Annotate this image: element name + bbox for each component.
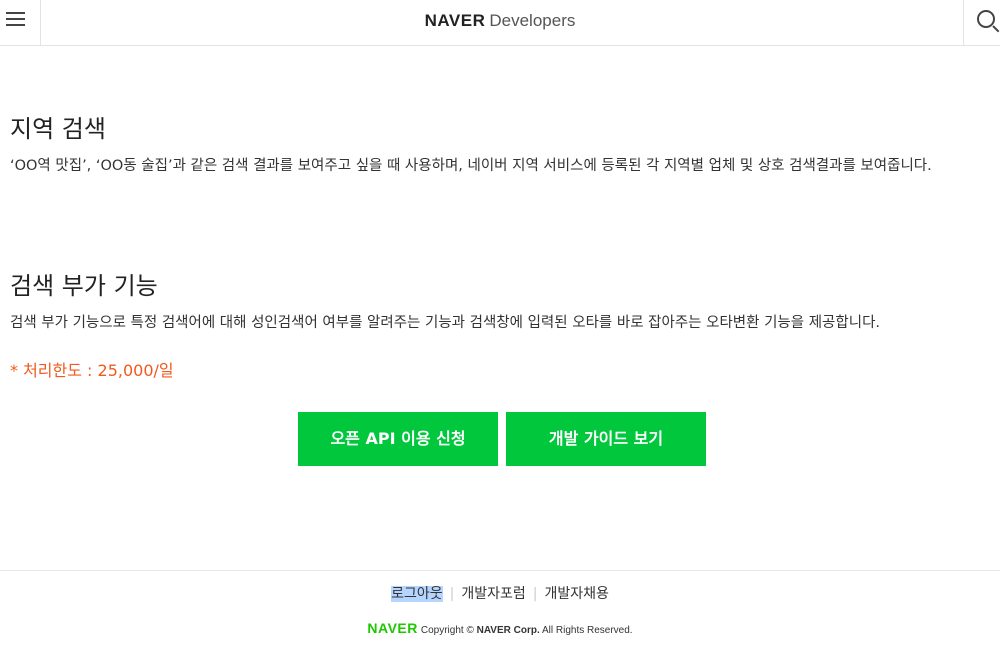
site-logo[interactable]: NAVER Developers: [0, 10, 1000, 32]
footer-separator: |: [532, 586, 538, 602]
section-desc-local-search: ‘OO역 맛집’, ‘OO동 술집’과 같은 검색 결과를 보여주고 싶을 때 …: [10, 158, 932, 174]
copyright-corp: NAVER Corp.: [476, 625, 540, 636]
footer-separator: |: [449, 586, 455, 602]
footer-links: 로그아웃 | 개발자포럼 | 개발자채용: [0, 585, 1000, 603]
dev-guide-button[interactable]: 개발 가이드 보기: [506, 412, 706, 466]
dev-recruit-link[interactable]: 개발자채용: [544, 586, 608, 602]
logo-brand: NAVER: [424, 11, 486, 30]
copyright-suffix: All Rights Reserved.: [539, 625, 633, 636]
section-title-local-search: 지역 검색: [10, 115, 106, 143]
footer-divider: [0, 570, 1000, 571]
apply-open-api-button[interactable]: 오픈 API 이용 신청: [298, 412, 498, 466]
top-header: NAVER Developers: [0, 0, 1000, 46]
section-title-search-extra: 검색 부가 기능: [10, 272, 158, 300]
section-desc-search-extra: 검색 부가 기능으로 특정 검색어에 대해 성인검색어 여부를 알려주는 기능과…: [10, 315, 881, 331]
logo-product: Developers: [489, 11, 576, 30]
dev-forum-link[interactable]: 개발자포럼: [461, 586, 525, 602]
rate-limit-note: * 처리한도 : 25,000/일: [10, 361, 174, 380]
search-button[interactable]: [963, 0, 1000, 46]
logout-link[interactable]: 로그아웃: [391, 586, 443, 602]
copyright-prefix: Copyright ©: [420, 625, 477, 636]
copyright: NAVER Copyright © NAVER Corp. All Rights …: [0, 620, 1000, 639]
naver-footer-logo: NAVER: [367, 620, 418, 636]
